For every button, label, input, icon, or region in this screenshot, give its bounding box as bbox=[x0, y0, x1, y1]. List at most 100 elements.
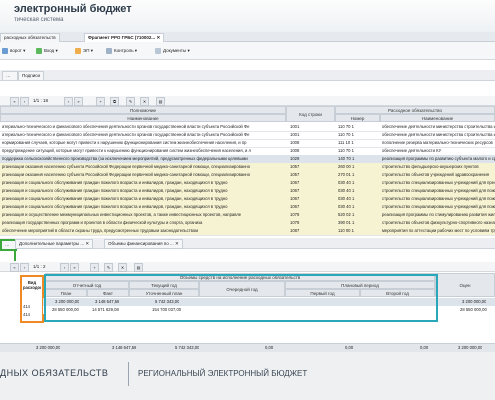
obligation-name-cell: мероприятия по аттестации рабочих мест п… bbox=[382, 228, 495, 233]
detail-tabs: … Дополнительные параметры ... ✕ Объемы … bbox=[0, 238, 495, 251]
obligation-number-cell: 390 01 1 bbox=[338, 220, 355, 225]
add-icon[interactable]: + bbox=[96, 97, 105, 106]
add-icon[interactable]: + bbox=[90, 263, 99, 272]
table-row[interactable]: обеспечение мероприятий в области охраны… bbox=[0, 227, 495, 236]
obligation-name-cell: строительство объектов физкультурно-спор… bbox=[382, 220, 495, 225]
banner-divider bbox=[128, 362, 129, 386]
delete-icon[interactable]: ✕ bbox=[118, 263, 127, 272]
authority-name-cell: рганизация и осуществление межмуниципаль… bbox=[2, 212, 242, 217]
detail-pager: « ‹ 1/1 : 2 › » + ✎ ✕ ▤ bbox=[0, 262, 495, 272]
enter-button[interactable]: Вход ▾ bbox=[36, 46, 58, 55]
banner-right: РЕГИОНАЛЬНЫЙ ЭЛЕКТРОННЫЙ БЮДЖЕТ bbox=[138, 369, 308, 378]
export-icon[interactable]: ▤ bbox=[134, 263, 143, 272]
next-page-button[interactable]: › bbox=[64, 97, 73, 106]
obligation-number-cell: 030 40 1 bbox=[338, 204, 355, 209]
col-obligation-name[interactable]: Наименование bbox=[380, 114, 495, 122]
finance-grid: Объемы средств на исполнение расходных о… bbox=[0, 273, 495, 343]
obligation-number-cell: 110 70 1 bbox=[338, 132, 354, 137]
arrow-icon bbox=[2, 47, 8, 54]
estimate-cell: 3 200 000,00 bbox=[462, 299, 487, 304]
authority-name-cell: обеспечение мероприятий в области охраны… bbox=[2, 228, 199, 233]
obligation-name-cell: реализация программы по развитию субъект… bbox=[382, 156, 495, 161]
col-number[interactable]: Номер bbox=[335, 114, 380, 122]
page-indicator: 1/1 : 18 bbox=[33, 98, 49, 103]
authority-name-cell: рганизация и социального обслуживания гр… bbox=[2, 180, 228, 185]
document-icon bbox=[155, 47, 161, 54]
col-kind[interactable]: Вид расходов bbox=[23, 280, 41, 290]
col-code[interactable]: Код строки bbox=[286, 106, 335, 122]
obligation-name-cell: строительство фельдшерско-акушерских пун… bbox=[382, 164, 479, 169]
authority-name-cell: предупреждение ситуаций, которые могут п… bbox=[2, 148, 251, 153]
group-header-authority: Полномочие bbox=[0, 106, 286, 114]
authority-name-cell: рганизация и социального обслуживания гр… bbox=[2, 188, 228, 193]
banner-left: ДНЫХ ОБЯЗАТЕЛЬСТВ bbox=[0, 368, 109, 378]
authority-name-cell: атериально-технического и финансового об… bbox=[2, 132, 250, 137]
next-page-button[interactable]: › bbox=[60, 263, 69, 272]
row-code-cell: 1029 bbox=[290, 156, 300, 161]
banner: ДНЫХ ОБЯЗАТЕЛЬСТВ РЕГИОНАЛЬНЫЙ ЭЛЕКТРОНН… bbox=[0, 352, 495, 400]
window-tabs: расходных обязательств Фрагмент РРО ГРБС… bbox=[0, 32, 495, 42]
first-page-button[interactable]: « bbox=[10, 97, 19, 106]
authority-name-cell: рганизация и социального обслуживания гр… bbox=[2, 196, 228, 201]
row-code-cell: 1067 bbox=[290, 188, 300, 193]
obligation-name-cell: обеспечение деятельности министерства ст… bbox=[382, 132, 495, 137]
last-page-button[interactable]: » bbox=[74, 97, 83, 106]
prev-page-button[interactable]: ‹ bbox=[20, 263, 29, 272]
obligation-number-cell: 110 70 1 bbox=[338, 148, 354, 153]
obligation-number-cell: 030 40 1 bbox=[338, 180, 355, 185]
first-page-button[interactable]: « bbox=[10, 263, 19, 272]
obligation-number-cell: 270 01 1 bbox=[338, 172, 355, 177]
obligation-name-cell: строительство специализированных учрежде… bbox=[382, 180, 495, 185]
app-subtitle: тическая система bbox=[14, 17, 64, 23]
obligation-name-cell: обеспечение деятельности министерства ст… bbox=[382, 124, 495, 129]
signature-button[interactable]: ЭП ▾ bbox=[75, 46, 93, 55]
delete-icon[interactable]: ✕ bbox=[140, 97, 149, 106]
row-code-cell: 1008 bbox=[290, 148, 300, 153]
green-arrow-marker bbox=[14, 249, 16, 261]
col-estimate[interactable]: Оцен bbox=[435, 273, 495, 297]
row-code-cell: 1057 bbox=[290, 172, 300, 177]
authority-name-cell: рганизации оказания населению субъекта Р… bbox=[2, 164, 251, 169]
last-page-button[interactable]: » bbox=[70, 263, 79, 272]
copy-icon[interactable]: ⧉ bbox=[110, 97, 119, 106]
obligation-name-cell: строительство специализированных учрежде… bbox=[382, 196, 495, 201]
signature-icon bbox=[75, 47, 81, 54]
app-header: электронный бюджет тическая система bbox=[0, 0, 495, 32]
close-icon[interactable]: ✕ bbox=[156, 35, 160, 40]
tab-financing-volumes[interactable]: Объемы финансирования по ... ✕ bbox=[104, 239, 183, 249]
row-code-cell: 1067 bbox=[290, 204, 300, 209]
forward-button[interactable]: ворот ▾ bbox=[2, 46, 25, 55]
total-refined: 5 742 343,00 bbox=[175, 345, 200, 350]
tab-registry[interactable]: расходных обязательств bbox=[0, 33, 60, 42]
col-name[interactable]: Наименование bbox=[0, 114, 286, 122]
prev-page-button[interactable]: ‹ bbox=[20, 97, 29, 106]
close-icon[interactable]: ✕ bbox=[85, 241, 89, 246]
toolbar: ворот ▾ Вход ▾ ЭП ▾ Контроль ▾ Документы… bbox=[0, 42, 495, 60]
row-code-cell: 1008 bbox=[290, 140, 300, 145]
kind-cell[interactable]: 414 bbox=[23, 311, 30, 319]
page-indicator: 1/1 : 2 bbox=[33, 264, 46, 269]
control-button[interactable]: Контроль ▾ bbox=[106, 46, 137, 55]
edit-icon[interactable]: ✎ bbox=[126, 97, 135, 106]
pager: « ‹ 1/1 : 18 › » + ⧉ ✎ ✕ ▤ bbox=[0, 96, 495, 106]
obligation-number-cell: 030 40 1 bbox=[338, 188, 355, 193]
obligation-name-cell: пополнение резерва материально-техническ… bbox=[382, 140, 493, 145]
total-estimate: 3 200 000,00 bbox=[458, 345, 483, 350]
tab-additional-params[interactable]: Дополнительные параметры ... ✕ bbox=[15, 239, 94, 249]
authority-name-cell: атериально-технического и финансового об… bbox=[2, 124, 250, 129]
obligation-number-cell: 140 70 1 bbox=[338, 156, 355, 161]
obligations-grid: Полномочие Расходное обязательство Наиме… bbox=[0, 106, 495, 237]
documents-button[interactable]: Документы ▾ bbox=[155, 46, 190, 55]
authority-name-cell: нормирования случаев, которые могут прив… bbox=[2, 140, 247, 145]
check-icon bbox=[36, 47, 42, 54]
edit-icon[interactable]: ✎ bbox=[104, 263, 113, 272]
subtab-signatures[interactable]: Подписи bbox=[18, 71, 44, 80]
group-header-obligation: Расходное обязательство bbox=[335, 106, 495, 114]
export-icon[interactable]: ▤ bbox=[156, 97, 165, 106]
app-title: электронный бюджет bbox=[14, 3, 132, 15]
total-fact: 3 148 647,58 bbox=[112, 345, 137, 350]
close-icon[interactable]: ✕ bbox=[175, 241, 179, 246]
kind-cell[interactable]: 414 bbox=[23, 303, 30, 311]
subtab-prev[interactable]: … bbox=[2, 71, 18, 80]
tab-fragment[interactable]: Фрагмент РРО ГРБС (710002... ✕ bbox=[84, 33, 165, 42]
